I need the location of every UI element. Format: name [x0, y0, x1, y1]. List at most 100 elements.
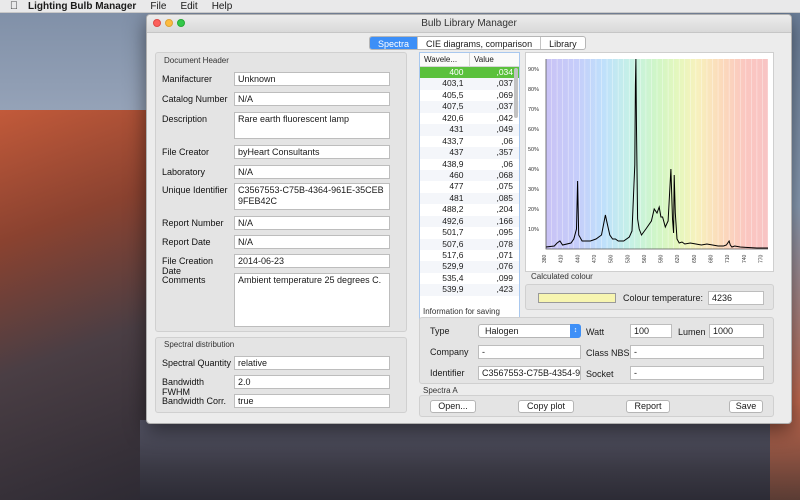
file-creator-field[interactable]: byHeart Consultants [234, 145, 390, 159]
table-row[interactable]: 437 ,357 [420, 147, 519, 159]
report-button[interactable]: Report [626, 400, 670, 413]
report-date-field[interactable]: N/A [234, 235, 390, 249]
menu-help[interactable]: Help [212, 1, 233, 12]
colour-temperature-field[interactable]: 4236 [708, 291, 764, 305]
x-tick-label: 440 [575, 254, 581, 263]
menu-file[interactable]: File [150, 1, 166, 12]
row-comments: Comments Ambient temperature 25 degrees … [162, 273, 390, 327]
wavelength-cell: 529,9 [442, 261, 464, 272]
app-menu[interactable]: Lighting Bulb Manager [28, 1, 136, 12]
value-cell: ,078 [496, 238, 513, 249]
value-cell: ,068 [496, 169, 513, 180]
y-tick-label: 80% [528, 87, 539, 93]
tab-cie-diagrams[interactable]: CIE diagrams, comparison [418, 37, 542, 49]
apple-icon[interactable]:  [0, 0, 28, 12]
minimize-window-button[interactable] [165, 19, 173, 27]
table-row[interactable]: 481 ,085 [420, 192, 519, 205]
wavelength-cell: 407,5 [442, 101, 464, 112]
type-select[interactable]: Halogen ↕ [478, 324, 581, 338]
table-row[interactable]: 433,7 ,06 [420, 136, 519, 147]
table-row[interactable]: 431 ,049 [420, 124, 519, 136]
spectra-a-group: Open... Copy plot Report Save [419, 395, 774, 417]
table-row[interactable]: 405,5 ,069 [420, 90, 519, 101]
value-cell: ,076 [496, 261, 513, 272]
info-saving-group: Type Halogen ↕ Watt 100 Lumen 1000 Compa… [419, 317, 774, 384]
field-label: Bandwidth Corr. [162, 396, 227, 406]
table-row[interactable]: 507,6 ,078 [420, 238, 519, 250]
copy-plot-button[interactable]: Copy plot [518, 400, 574, 413]
value-cell: ,042 [496, 112, 513, 123]
file-creation-date-field[interactable]: 2014-06-23 [234, 254, 390, 268]
table-row[interactable]: 535,4 ,099 [420, 273, 519, 284]
table-row[interactable]: 460 ,068 [420, 169, 519, 182]
bandwidth-corr-field[interactable]: true [234, 394, 390, 408]
table-row[interactable]: 529,9 ,076 [420, 261, 519, 273]
row-catalog-number: Catalog Number N/A [162, 92, 390, 106]
table-row[interactable]: 407,5 ,037 [420, 101, 519, 113]
lumen-field[interactable]: 1000 [709, 324, 764, 338]
x-tick-label: 590 [659, 254, 665, 263]
table-row[interactable]: 403,1 ,037 [420, 78, 519, 90]
bandwidth-fwhm-field[interactable]: 2.0 [234, 375, 390, 389]
wavelength-cell: 535,4 [442, 272, 464, 283]
field-label: File Creator [162, 147, 210, 157]
wavelength-cell: 400 [449, 67, 464, 77]
table-row[interactable]: 400 ,034 [420, 67, 519, 79]
save-button[interactable]: Save [729, 400, 763, 413]
value-cell: ,357 [496, 147, 513, 158]
field-label: Report Date [162, 237, 211, 247]
table-row[interactable]: 438,9 ,06 [420, 159, 519, 170]
table-header: Wavele... Value [420, 53, 519, 67]
table-row[interactable]: 501,7 ,095 [420, 227, 519, 238]
row-description: Description Rare earth fluorescent lamp [162, 112, 390, 139]
table-row[interactable]: 420,6 ,042 [420, 113, 519, 124]
table-row[interactable]: 477 ,075 [420, 181, 519, 192]
spectral-quantity-field[interactable]: relative [234, 356, 390, 370]
title-bar[interactable]: Bulb Library Manager [147, 15, 791, 33]
table-row[interactable]: 488,2 ,204 [420, 204, 519, 215]
row-file-creator: File Creator byHeart Consultants [162, 145, 390, 159]
value-cell: ,069 [496, 89, 513, 100]
document-header-group: Document Header Manifacturer Unknown Cat… [155, 52, 407, 332]
unique-identifier-field[interactable]: C3567553-C75B-4364-961E-35CEB9FEB42C [234, 183, 390, 210]
field-label: Comments [162, 275, 206, 285]
field-label: Laboratory [162, 167, 206, 177]
document-header-label: Document Header [164, 56, 229, 65]
column-header-wavelength[interactable]: Wavele... [420, 53, 470, 66]
table-scrollbar[interactable] [514, 68, 518, 118]
manufacturer-field[interactable]: Unknown [234, 72, 390, 86]
table-row[interactable]: 492,6 ,166 [420, 215, 519, 228]
spectrum-data-table[interactable]: Wavele... Value 400 ,034 403,1 ,037 405,5 ,06… [419, 52, 520, 341]
wavelength-cell: 481 [449, 192, 464, 203]
socket-field[interactable]: - [630, 366, 764, 380]
catalog-number-field[interactable]: N/A [234, 92, 390, 106]
table-row[interactable]: 517,6 ,071 [420, 250, 519, 261]
tab-bar: Spectra CIE diagrams, comparison Library [369, 36, 586, 50]
value-cell: ,095 [496, 227, 513, 238]
x-tick-label: 410 [559, 254, 565, 263]
report-number-field[interactable]: N/A [234, 216, 390, 230]
x-tick-label: 710 [725, 254, 731, 263]
field-label: Manifacturer [162, 74, 213, 84]
description-field[interactable]: Rare earth fluorescent lamp [234, 112, 390, 139]
table-row[interactable]: 539,9 ,423 [420, 284, 519, 296]
row-bandwidth-corr: Bandwidth Corr. true [162, 394, 390, 408]
wavelength-cell: 488,2 [442, 204, 464, 215]
open-button[interactable]: Open... [430, 400, 476, 413]
identifier-field[interactable]: C3567553-C75B-4354-9 [478, 366, 581, 380]
tab-library[interactable]: Library [541, 37, 585, 49]
close-window-button[interactable] [153, 19, 161, 27]
watt-field[interactable]: 100 [630, 324, 672, 338]
colour-temperature-label: Colour temperature: [623, 293, 704, 303]
zoom-window-button[interactable] [177, 19, 185, 27]
laboratory-field[interactable]: N/A [234, 165, 390, 179]
comments-field[interactable]: Ambient temperature 25 degrees C. [234, 273, 390, 327]
company-field[interactable]: - [478, 345, 581, 359]
menu-edit[interactable]: Edit [180, 1, 197, 12]
main-window: Bulb Library Manager Spectra CIE diagram… [146, 14, 792, 424]
class-nbs-field[interactable]: - [630, 345, 764, 359]
column-header-value[interactable]: Value [470, 53, 519, 66]
tab-spectra[interactable]: Spectra [370, 37, 419, 49]
wavelength-cell: 437 [449, 147, 464, 158]
row-spectral-quantity: Spectral Quantity relative [162, 356, 390, 370]
